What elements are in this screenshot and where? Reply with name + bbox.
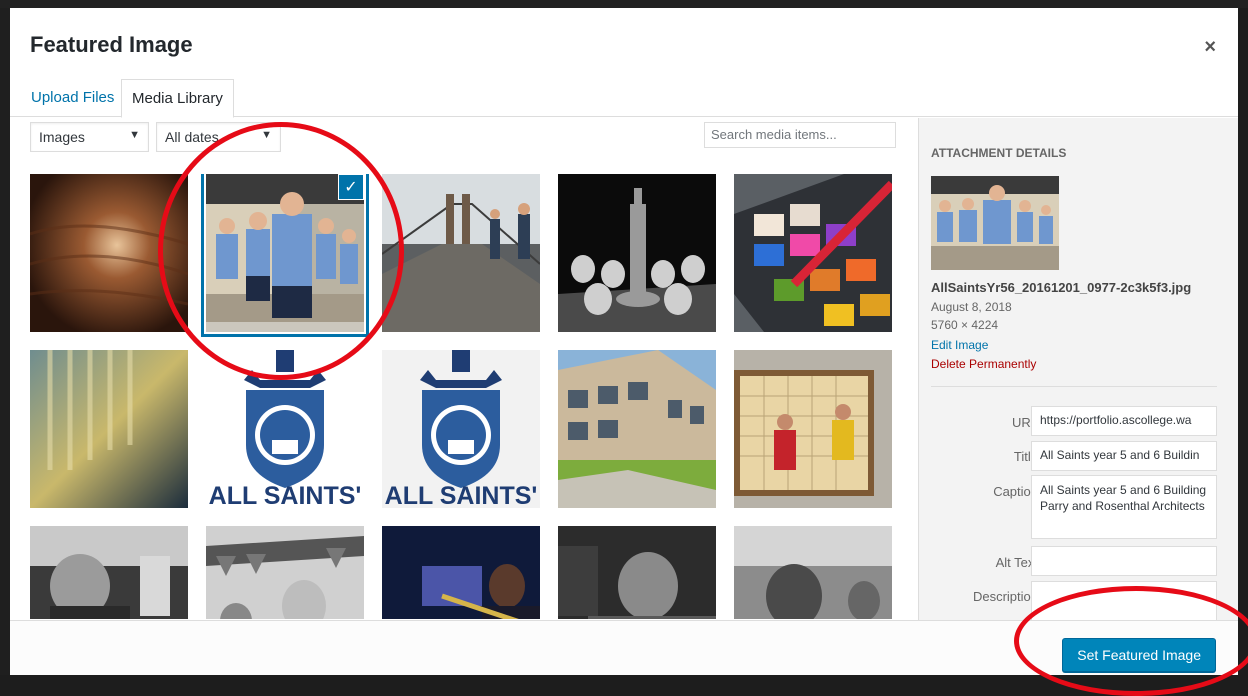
date-filter-select[interactable]: All dates ▼	[156, 122, 281, 152]
media-type-value: Images	[39, 129, 85, 145]
scrabble-board-image	[734, 350, 892, 508]
media-thumb-girls-class[interactable]	[206, 526, 364, 619]
tab-upload-files[interactable]: Upload Files	[21, 79, 124, 117]
delete-permanently-link[interactable]: Delete Permanently	[931, 357, 1036, 371]
media-thumb-crest-1[interactable]: ALL SAINTS'	[206, 350, 364, 508]
tab-media-library[interactable]: Media Library	[121, 79, 234, 118]
students-preview-image	[931, 176, 1059, 270]
paints-image	[734, 174, 892, 332]
media-thumb-wood-glow[interactable]	[30, 174, 188, 332]
selected-check-icon[interactable]: ✓	[338, 174, 364, 200]
media-thumb-boy-reading[interactable]	[30, 526, 188, 619]
dropdown-arrow-icon: ▼	[261, 129, 272, 141]
media-type-select[interactable]: Images ▼	[30, 122, 149, 152]
attachment-filename: AllSaintsYr56_20161201_0977-2c3k5f3.jpg	[931, 280, 1192, 295]
attachment-details-panel: ATTACHMENT DETAILS AllSaintsYr56_2016120…	[918, 118, 1238, 620]
media-thumb-bridge[interactable]	[382, 174, 540, 332]
dropdown-arrow-icon: ▼	[129, 129, 140, 141]
band-image	[382, 526, 540, 619]
media-thumb-chess[interactable]	[558, 174, 716, 332]
set-featured-image-button[interactable]: Set Featured Image	[1062, 638, 1216, 672]
media-thumb-building[interactable]	[558, 350, 716, 508]
attachment-date: August 8, 2018	[931, 300, 1012, 314]
media-thumb-girl-portrait[interactable]	[734, 526, 892, 619]
title-field[interactable]: All Saints year 5 and 6 Buildin	[1031, 441, 1217, 471]
modal-title: Featured Image	[30, 32, 193, 57]
boy-writing-image	[558, 526, 716, 619]
girl-portrait-image	[734, 526, 892, 619]
media-thumb-band[interactable]	[382, 526, 540, 619]
boy-reading-image	[30, 526, 188, 619]
date-filter-value: All dates	[165, 129, 219, 145]
edit-image-link[interactable]: Edit Image	[931, 338, 988, 352]
caption-field[interactable]: All Saints year 5 and 6 Building Parry a…	[1031, 475, 1217, 539]
search-media-input[interactable]: Search media items...	[704, 122, 896, 148]
description-field[interactable]	[1031, 581, 1217, 620]
media-thumb-boy-writing[interactable]	[558, 526, 716, 619]
attachment-dimensions: 5760 × 4224	[931, 318, 999, 332]
media-thumb-students-selected[interactable]: ✓	[201, 174, 369, 337]
bottles-image	[30, 350, 188, 508]
featured-image-modal: Featured Image × Upload Files Media Libr…	[10, 8, 1238, 675]
building-image	[558, 350, 716, 508]
media-thumb-crest-2[interactable]: ALL SAINTS'	[382, 350, 540, 508]
modal-footer: Set Featured Image	[10, 620, 1238, 675]
college-name: ALL SAINTS'	[208, 482, 362, 508]
url-field[interactable]: https://portfolio.ascollege.wa	[1031, 406, 1217, 436]
attachment-preview	[931, 176, 1059, 270]
chess-image	[558, 174, 716, 332]
media-thumb-scrabble[interactable]	[734, 350, 892, 508]
left-edge	[0, 8, 10, 675]
media-grid: ✓ ALL SAINTS' ALL SAINTS'	[30, 174, 910, 619]
girls-class-image	[206, 526, 364, 619]
tab-bar: Upload Files Media Library	[10, 71, 1238, 118]
media-thumb-bottles[interactable]	[30, 350, 188, 508]
attachment-details-heading: ATTACHMENT DETAILS	[931, 146, 1067, 160]
close-icon[interactable]: ×	[1204, 36, 1216, 59]
college-name: ALL SAINTS'	[384, 482, 538, 508]
alt-text-field[interactable]	[1031, 546, 1217, 576]
bridge-image	[382, 174, 540, 332]
browser-top-strip	[0, 0, 1248, 8]
details-divider	[931, 386, 1217, 387]
media-thumb-paints[interactable]	[734, 174, 892, 332]
wood-glow-image	[30, 174, 188, 332]
description-label: Description	[972, 589, 1038, 604]
